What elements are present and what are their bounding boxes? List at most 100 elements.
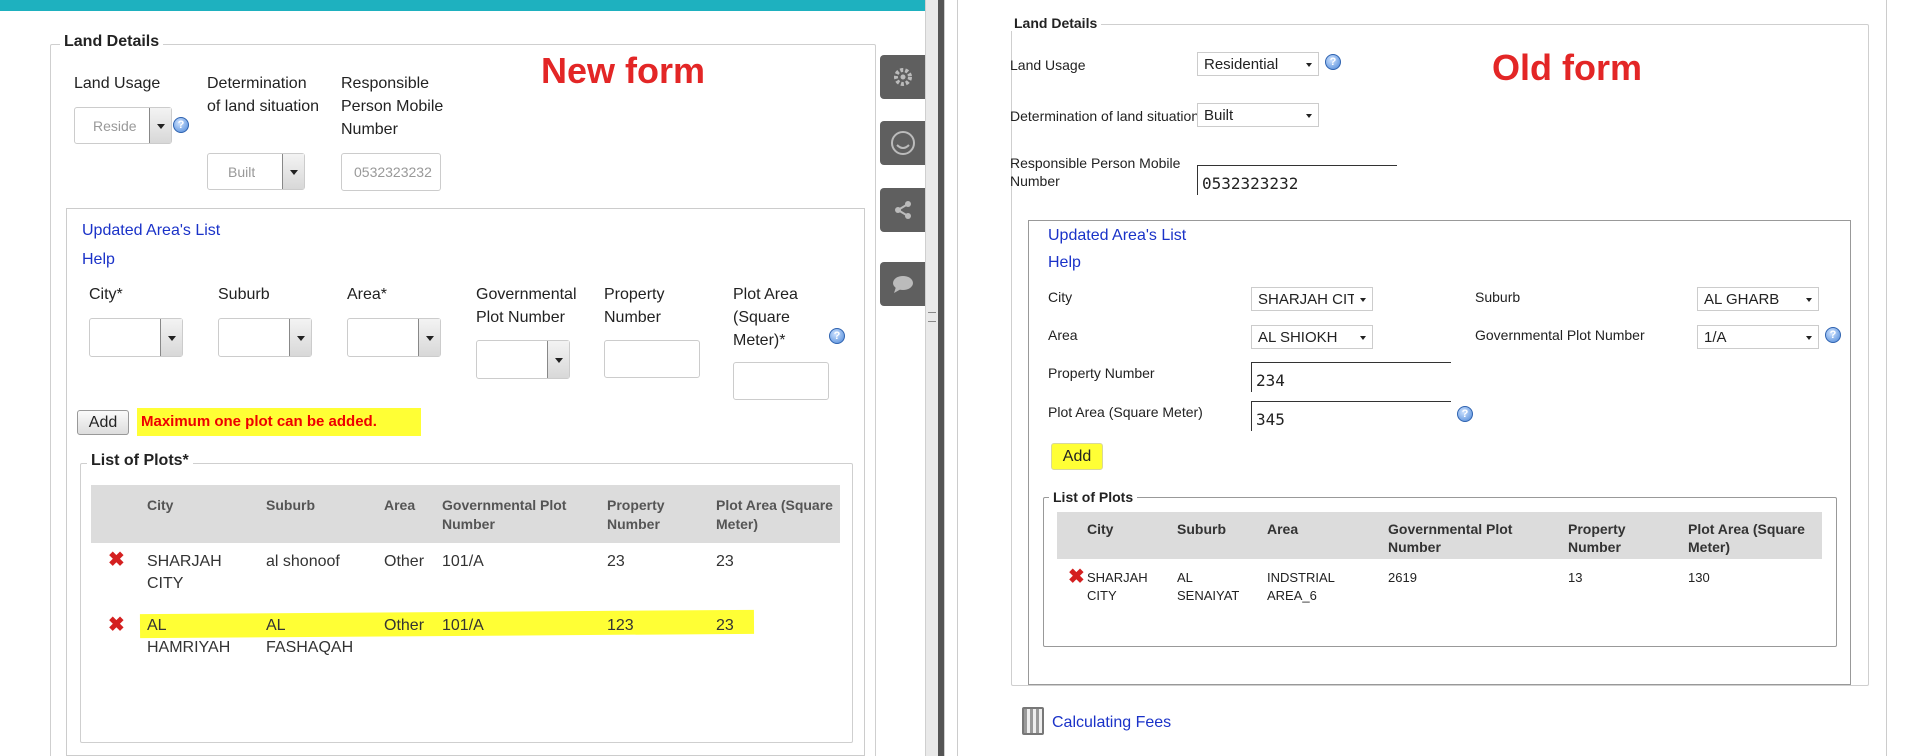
- old-form-heading: Old form: [1492, 47, 1642, 88]
- chevron-down-icon: [547, 341, 569, 378]
- area-select[interactable]: [347, 318, 441, 357]
- help-icon[interactable]: ?: [1457, 406, 1473, 422]
- table-cell: Other: [384, 553, 425, 570]
- old-form-panel: Land Details Old form Land Usage Residen…: [945, 0, 1910, 756]
- gov-plot-select[interactable]: [476, 340, 570, 379]
- old-mobile-label: Responsible Person Mobile Number: [1010, 155, 1181, 189]
- table-cell: 101/A: [442, 553, 484, 570]
- chevron-down-icon: [289, 319, 311, 356]
- old-delete-row-icon[interactable]: ✖: [1068, 567, 1085, 587]
- help-link[interactable]: Help: [82, 251, 115, 269]
- old-suburb-select[interactable]: AL GHARB: [1697, 287, 1819, 311]
- chat-button[interactable]: [880, 262, 925, 306]
- old-mobile-input[interactable]: 0532323232: [1197, 165, 1397, 195]
- new-form-panel: Land Details New form Land Usage Reside …: [0, 0, 925, 756]
- old-plot-area-label: Plot Area (Square Meter): [1048, 404, 1203, 420]
- th-plot-area: Plot Area (Square Meter): [716, 497, 833, 532]
- chevron-down-icon: [160, 319, 182, 356]
- chevron-down-icon: [418, 319, 440, 356]
- old-determination-label: Determination of land situation: [1010, 108, 1200, 124]
- table-cell: AL FASHAQAH: [266, 617, 354, 656]
- help-icon[interactable]: ?: [173, 117, 189, 133]
- right-border-line-r: [1886, 0, 1887, 756]
- delete-row-icon[interactable]: ✖: [108, 550, 125, 570]
- table-cell: 101/A: [442, 617, 484, 634]
- property-input[interactable]: [604, 340, 700, 378]
- determination-label: Determination of land situation: [207, 75, 320, 115]
- table-cell: 23: [716, 617, 734, 634]
- right-border-line: [957, 0, 958, 756]
- city-label: City*: [89, 286, 123, 303]
- calculating-fees-link[interactable]: Calculating Fees: [1052, 714, 1171, 732]
- smiley-icon: [891, 131, 915, 155]
- share-icon: [895, 201, 911, 219]
- old-th-gov-plot: Governmental Plot Number: [1388, 521, 1513, 555]
- old-city-label: City: [1048, 289, 1073, 305]
- th-area: Area: [384, 497, 416, 513]
- old-city-select[interactable]: SHARJAH CIT: [1251, 287, 1373, 311]
- old-suburb-label: Suburb: [1475, 289, 1521, 305]
- list-of-plots-legend: List of Plots*: [87, 452, 193, 470]
- settings-button[interactable]: [880, 55, 925, 99]
- chevron-down-icon: [149, 108, 171, 143]
- plot-area-label: Plot Area (Square Meter)*: [733, 286, 798, 349]
- property-label: Property Number: [604, 286, 665, 326]
- old-th-property: Property Number: [1568, 521, 1626, 555]
- old-gov-plot-select[interactable]: 1/A: [1697, 325, 1819, 349]
- help-icon[interactable]: ?: [1825, 327, 1841, 343]
- table-cell: AL HAMRIYAH: [147, 617, 231, 656]
- gov-plot-label: Governmental Plot Number: [476, 286, 577, 326]
- divider-bar: [938, 0, 944, 756]
- old-land-usage-label: Land Usage: [1010, 57, 1086, 73]
- old-area-label: Area: [1048, 327, 1078, 343]
- table-cell: Other: [384, 617, 425, 634]
- add-button[interactable]: Add: [77, 410, 129, 435]
- old-area-select[interactable]: AL SHIOKH: [1251, 325, 1373, 349]
- land-usage-select[interactable]: Reside: [74, 107, 172, 144]
- old-gov-plot-label: Governmental Plot Number: [1475, 327, 1645, 343]
- th-city: City: [147, 497, 174, 513]
- max-plot-warning: Maximum one plot can be added.: [137, 408, 421, 436]
- gear-icon: [894, 68, 912, 86]
- old-help-link[interactable]: Help: [1048, 254, 1081, 272]
- feedback-button[interactable]: [880, 121, 925, 165]
- suburb-label: Suburb: [218, 286, 270, 303]
- table-cell: SHARJAH CITY: [147, 553, 222, 592]
- old-add-button[interactable]: Add: [1051, 443, 1103, 470]
- suburb-select[interactable]: [218, 318, 312, 357]
- help-icon[interactable]: ?: [829, 328, 845, 344]
- old-table-cell: SHARJAH CITY: [1087, 570, 1148, 603]
- scroll-grip[interactable]: [928, 312, 936, 322]
- old-table-cell: 13: [1568, 570, 1583, 585]
- old-th-plot-area: Plot Area (Square Meter): [1688, 521, 1805, 555]
- area-label: Area*: [347, 286, 388, 303]
- panel-divider: [925, 0, 945, 756]
- share-button[interactable]: [880, 188, 925, 232]
- plot-area-input[interactable]: [733, 362, 829, 400]
- old-list-of-plots-legend: List of Plots: [1049, 489, 1138, 505]
- th-property: Property Number: [607, 497, 665, 532]
- determination-select[interactable]: Built: [207, 153, 305, 190]
- old-land-details-legend: Land Details: [1010, 15, 1102, 31]
- calculator-icon: [1022, 707, 1044, 735]
- old-plot-area-input[interactable]: 345: [1251, 401, 1451, 431]
- old-table-cell: AL SENAIYAT: [1177, 570, 1240, 603]
- old-th-suburb: Suburb: [1177, 521, 1226, 537]
- land-details-legend: Land Details: [60, 33, 164, 51]
- table-cell: 23: [716, 553, 734, 570]
- delete-row-icon[interactable]: ✖: [108, 615, 125, 635]
- mobile-input[interactable]: 0532323232: [341, 153, 441, 191]
- old-updated-areas-link[interactable]: Updated Area's List: [1048, 227, 1186, 245]
- old-land-usage-select[interactable]: Residential: [1197, 52, 1319, 76]
- old-table-cell: INDSTRIAL AREA_6: [1267, 570, 1335, 603]
- top-accent-bar: [0, 0, 925, 11]
- city-select[interactable]: [89, 318, 183, 357]
- land-usage-label: Land Usage: [74, 75, 161, 92]
- help-icon[interactable]: ?: [1325, 54, 1341, 70]
- old-determination-select[interactable]: Built: [1197, 103, 1319, 127]
- old-th-city: City: [1087, 521, 1114, 537]
- updated-areas-link[interactable]: Updated Area's List: [82, 222, 220, 240]
- chevron-down-icon: [282, 154, 304, 189]
- old-table-cell: 130: [1688, 570, 1710, 585]
- old-property-input[interactable]: 234: [1251, 362, 1451, 392]
